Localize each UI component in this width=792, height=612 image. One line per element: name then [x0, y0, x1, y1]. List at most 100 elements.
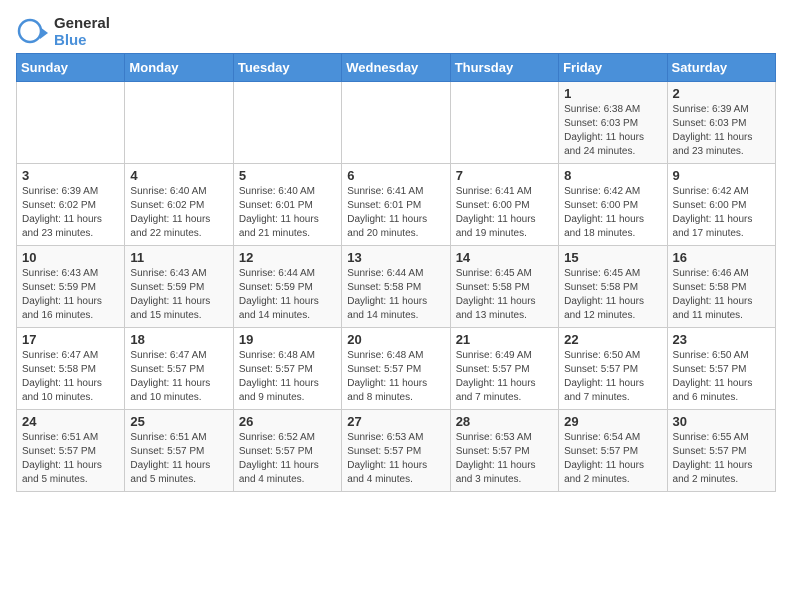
day-number: 18 [130, 332, 227, 347]
day-number: 11 [130, 250, 227, 265]
day-header-tuesday: Tuesday [233, 54, 341, 82]
day-number: 21 [456, 332, 553, 347]
day-number: 24 [22, 414, 119, 429]
calendar-cell: 17 Sunrise: 6:47 AM Sunset: 5:58 PM Dayli… [17, 328, 125, 410]
calendar-cell [342, 82, 450, 164]
day-info: Sunrise: 6:51 AM Sunset: 5:57 PM Dayligh… [130, 431, 227, 487]
day-info: Sunrise: 6:39 AM Sunset: 6:02 PM Dayligh… [22, 185, 119, 241]
calendar-cell: 28Sunrise: 6:53 AM Sunset: 5:57 PM Dayli… [450, 410, 558, 492]
calendar-cell: 16 Sunrise: 6:46 AM Sunset: 5:58 PM Dayli… [667, 246, 775, 328]
day-number: 16 [673, 250, 770, 265]
day-number: 3 [22, 168, 119, 183]
calendar-cell: 1Sunrise: 6:38 AM Sunset: 6:03 PM Daylig… [559, 82, 667, 164]
day-number: 2 [673, 86, 770, 101]
day-header-friday: Friday [559, 54, 667, 82]
day-info: Sunrise: 6:51 AM Sunset: 5:57 PM Dayligh… [22, 431, 119, 487]
day-info: Sunrise: 6:44 AM Sunset: 5:58 PM Dayligh… [347, 267, 444, 323]
calendar-week-1: 1Sunrise: 6:38 AM Sunset: 6:03 PM Daylig… [17, 82, 776, 164]
calendar-week-2: 3 Sunrise: 6:39 AM Sunset: 6:02 PM Daylig… [17, 164, 776, 246]
day-info: Sunrise: 6:52 AM Sunset: 5:57 PM Dayligh… [239, 431, 336, 487]
day-number: 27 [347, 414, 444, 429]
day-number: 9 [673, 168, 770, 183]
calendar-table: SundayMondayTuesdayWednesdayThursdayFrid… [16, 53, 776, 492]
calendar-cell: 5 Sunrise: 6:40 AM Sunset: 6:01 PM Daylig… [233, 164, 341, 246]
day-number: 23 [673, 332, 770, 347]
day-number: 5 [239, 168, 336, 183]
day-number: 20 [347, 332, 444, 347]
logo-svg [16, 17, 48, 49]
day-info: Sunrise: 6:42 AM Sunset: 6:00 PM Dayligh… [564, 185, 661, 241]
calendar-cell: 7 Sunrise: 6:41 AM Sunset: 6:00 PM Daylig… [450, 164, 558, 246]
calendar-cell: 6Sunrise: 6:41 AM Sunset: 6:01 PM Daylig… [342, 164, 450, 246]
day-info: Sunrise: 6:40 AM Sunset: 6:02 PM Dayligh… [130, 185, 227, 241]
calendar-cell: 26 Sunrise: 6:52 AM Sunset: 5:57 PM Dayli… [233, 410, 341, 492]
calendar-cell: 4Sunrise: 6:40 AM Sunset: 6:02 PM Daylig… [125, 164, 233, 246]
calendar-cell: 22 Sunrise: 6:50 AM Sunset: 5:57 PM Dayli… [559, 328, 667, 410]
calendar-cell [233, 82, 341, 164]
day-header-sunday: Sunday [17, 54, 125, 82]
day-header-wednesday: Wednesday [342, 54, 450, 82]
day-info: Sunrise: 6:40 AM Sunset: 6:01 PM Dayligh… [239, 185, 336, 241]
calendar-cell: 27 Sunrise: 6:53 AM Sunset: 5:57 PM Dayli… [342, 410, 450, 492]
calendar-cell [125, 82, 233, 164]
day-number: 6 [347, 168, 444, 183]
calendar-week-4: 17 Sunrise: 6:47 AM Sunset: 5:58 PM Dayli… [17, 328, 776, 410]
calendar-cell [450, 82, 558, 164]
day-info: Sunrise: 6:43 AM Sunset: 5:59 PM Dayligh… [22, 267, 119, 323]
day-number: 29 [564, 414, 661, 429]
calendar-week-5: 24 Sunrise: 6:51 AM Sunset: 5:57 PM Dayli… [17, 410, 776, 492]
day-number: 7 [456, 168, 553, 183]
day-info: Sunrise: 6:44 AM Sunset: 5:59 PM Dayligh… [239, 267, 336, 323]
calendar-cell: 2Sunrise: 6:39 AM Sunset: 6:03 PM Daylig… [667, 82, 775, 164]
logo-icon-area [16, 17, 48, 49]
calendar-cell: 9 Sunrise: 6:42 AM Sunset: 6:00 PM Daylig… [667, 164, 775, 246]
calendar-cell: 15 Sunrise: 6:45 AM Sunset: 5:58 PM Dayli… [559, 246, 667, 328]
calendar-cell: 10 Sunrise: 6:43 AM Sunset: 5:59 PM Dayli… [17, 246, 125, 328]
calendar-cell: 30 Sunrise: 6:55 AM Sunset: 5:57 PM Dayli… [667, 410, 775, 492]
calendar-cell: 13 Sunrise: 6:44 AM Sunset: 5:58 PM Dayli… [342, 246, 450, 328]
day-number: 17 [22, 332, 119, 347]
day-info: Sunrise: 6:41 AM Sunset: 6:00 PM Dayligh… [456, 185, 553, 241]
calendar-cell: 21 Sunrise: 6:49 AM Sunset: 5:57 PM Dayli… [450, 328, 558, 410]
day-info: Sunrise: 6:50 AM Sunset: 5:57 PM Dayligh… [673, 349, 770, 405]
day-number: 10 [22, 250, 119, 265]
day-number: 28 [456, 414, 553, 429]
day-info: Sunrise: 6:42 AM Sunset: 6:00 PM Dayligh… [673, 185, 770, 241]
logo-text: General Blue [54, 16, 110, 49]
day-info: Sunrise: 6:49 AM Sunset: 5:57 PM Dayligh… [456, 349, 553, 405]
day-number: 30 [673, 414, 770, 429]
calendar-cell: 23 Sunrise: 6:50 AM Sunset: 5:57 PM Dayli… [667, 328, 775, 410]
day-info: Sunrise: 6:54 AM Sunset: 5:57 PM Dayligh… [564, 431, 661, 487]
day-header-thursday: Thursday [450, 54, 558, 82]
day-number: 13 [347, 250, 444, 265]
logo-general: General [54, 16, 110, 33]
calendar-cell: 18 Sunrise: 6:47 AM Sunset: 5:57 PM Dayli… [125, 328, 233, 410]
day-info: Sunrise: 6:46 AM Sunset: 5:58 PM Dayligh… [673, 267, 770, 323]
day-number: 15 [564, 250, 661, 265]
calendar-cell: 12 Sunrise: 6:44 AM Sunset: 5:59 PM Dayli… [233, 246, 341, 328]
calendar-cell: 11 Sunrise: 6:43 AM Sunset: 5:59 PM Dayli… [125, 246, 233, 328]
day-number: 12 [239, 250, 336, 265]
day-number: 8 [564, 168, 661, 183]
calendar-cell: 25 Sunrise: 6:51 AM Sunset: 5:57 PM Dayli… [125, 410, 233, 492]
day-info: Sunrise: 6:48 AM Sunset: 5:57 PM Dayligh… [347, 349, 444, 405]
page-header: General Blue [16, 16, 776, 49]
day-number: 1 [564, 86, 661, 101]
day-number: 26 [239, 414, 336, 429]
day-header-monday: Monday [125, 54, 233, 82]
day-info: Sunrise: 6:53 AM Sunset: 5:57 PM Dayligh… [347, 431, 444, 487]
day-number: 25 [130, 414, 227, 429]
calendar-cell [17, 82, 125, 164]
logo-container: General Blue [16, 16, 110, 49]
day-number: 14 [456, 250, 553, 265]
calendar-header-row: SundayMondayTuesdayWednesdayThursdayFrid… [17, 54, 776, 82]
day-number: 22 [564, 332, 661, 347]
day-info: Sunrise: 6:45 AM Sunset: 5:58 PM Dayligh… [564, 267, 661, 323]
day-info: Sunrise: 6:47 AM Sunset: 5:58 PM Dayligh… [22, 349, 119, 405]
calendar-cell: 14 Sunrise: 6:45 AM Sunset: 5:58 PM Dayli… [450, 246, 558, 328]
day-info: Sunrise: 6:43 AM Sunset: 5:59 PM Dayligh… [130, 267, 227, 323]
day-info: Sunrise: 6:55 AM Sunset: 5:57 PM Dayligh… [673, 431, 770, 487]
day-info: Sunrise: 6:50 AM Sunset: 5:57 PM Dayligh… [564, 349, 661, 405]
day-info: Sunrise: 6:47 AM Sunset: 5:57 PM Dayligh… [130, 349, 227, 405]
day-info: Sunrise: 6:45 AM Sunset: 5:58 PM Dayligh… [456, 267, 553, 323]
